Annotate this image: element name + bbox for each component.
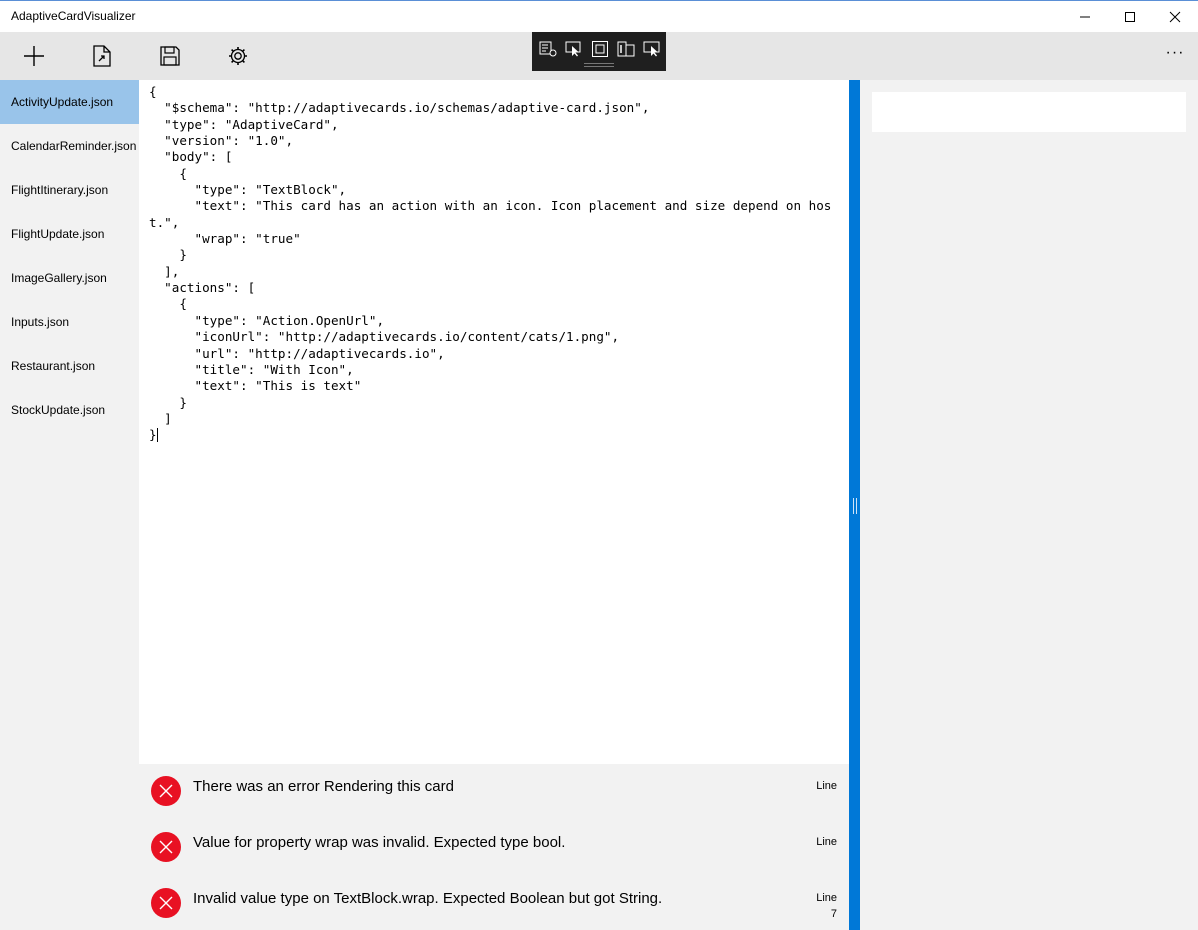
error-line: Line 7 (816, 890, 837, 922)
minimize-button[interactable] (1062, 1, 1108, 32)
json-editor-text[interactable]: { "$schema": "http://adaptivecards.io/sc… (149, 84, 839, 444)
debug-toolbar (532, 32, 666, 71)
element-selection-icon (643, 41, 660, 57)
new-button[interactable] (0, 32, 68, 80)
splitter-grip-icon[interactable] (853, 498, 857, 514)
text-caret (156, 428, 158, 443)
sidebar-item-flightupdate[interactable]: FlightUpdate.json (0, 212, 139, 256)
error-item[interactable]: Invalid value type on TextBlock.wrap. Ex… (139, 876, 849, 930)
open-button[interactable] (68, 32, 136, 80)
select-element-icon (565, 41, 581, 57)
sidebar-item-calendarreminder[interactable]: CalendarReminder.json (0, 124, 139, 168)
error-line-label: Line (816, 836, 837, 848)
sidebar-item-stockupdate[interactable]: StockUpdate.json (0, 388, 139, 432)
error-line-number: 7 (830, 908, 837, 920)
display-layout-adorners-icon (592, 41, 608, 57)
sidebar-item-flightitinerary[interactable]: FlightItinerary.json (0, 168, 139, 212)
select-element-button[interactable] (564, 40, 584, 58)
maximize-icon (1125, 11, 1135, 22)
pane-splitter[interactable] (849, 80, 860, 930)
error-message: There was an error Rendering this card (193, 778, 454, 795)
error-line: Line (816, 778, 837, 794)
error-line: Line (816, 834, 837, 850)
display-adorners-button[interactable] (590, 40, 610, 58)
element-selection-button[interactable] (642, 40, 662, 58)
error-icon (151, 888, 181, 918)
toolbar-grip[interactable] (584, 63, 614, 67)
more-button[interactable]: ··· (1160, 44, 1190, 68)
error-line-label: Line (816, 892, 837, 904)
rendered-card (872, 92, 1186, 132)
sidebar-item-restaurant[interactable]: Restaurant.json (0, 344, 139, 388)
card-preview-pane (860, 80, 1198, 930)
file-list: ActivityUpdate.json CalendarReminder.jso… (0, 80, 139, 930)
window-title: AdaptiveCardVisualizer (11, 9, 136, 23)
title-bar: AdaptiveCardVisualizer (0, 0, 1198, 32)
track-focus-icon (617, 41, 635, 57)
error-message: Value for property wrap was invalid. Exp… (193, 834, 566, 851)
error-message: Invalid value type on TextBlock.wrap. Ex… (193, 890, 663, 907)
error-icon (151, 776, 181, 806)
close-button[interactable] (1152, 1, 1198, 32)
minimize-icon (1080, 16, 1090, 17)
live-visual-tree-button[interactable] (538, 40, 558, 58)
save-icon (160, 46, 180, 66)
track-focus-button[interactable] (616, 40, 636, 58)
close-icon (1169, 11, 1181, 22)
sidebar-item-inputs[interactable]: Inputs.json (0, 300, 139, 344)
json-content: { "$schema": "http://adaptivecards.io/sc… (149, 84, 832, 443)
sidebar-item-activityupdate[interactable]: ActivityUpdate.json (0, 80, 139, 124)
open-file-icon (93, 45, 111, 67)
error-item[interactable]: Value for property wrap was invalid. Exp… (139, 820, 849, 876)
save-button[interactable] (136, 32, 204, 80)
error-line-label: Line (816, 780, 837, 792)
error-icon (151, 832, 181, 862)
json-editor[interactable]: { "$schema": "http://adaptivecards.io/sc… (139, 80, 849, 764)
sidebar-item-imagegallery[interactable]: ImageGallery.json (0, 256, 139, 300)
maximize-button[interactable] (1107, 1, 1153, 32)
settings-button[interactable] (204, 32, 272, 80)
plus-icon (24, 46, 44, 66)
gear-icon (229, 47, 247, 65)
error-list: There was an error Rendering this card L… (139, 764, 849, 930)
live-visual-tree-icon (539, 41, 557, 57)
error-item[interactable]: There was an error Rendering this card L… (139, 764, 849, 820)
